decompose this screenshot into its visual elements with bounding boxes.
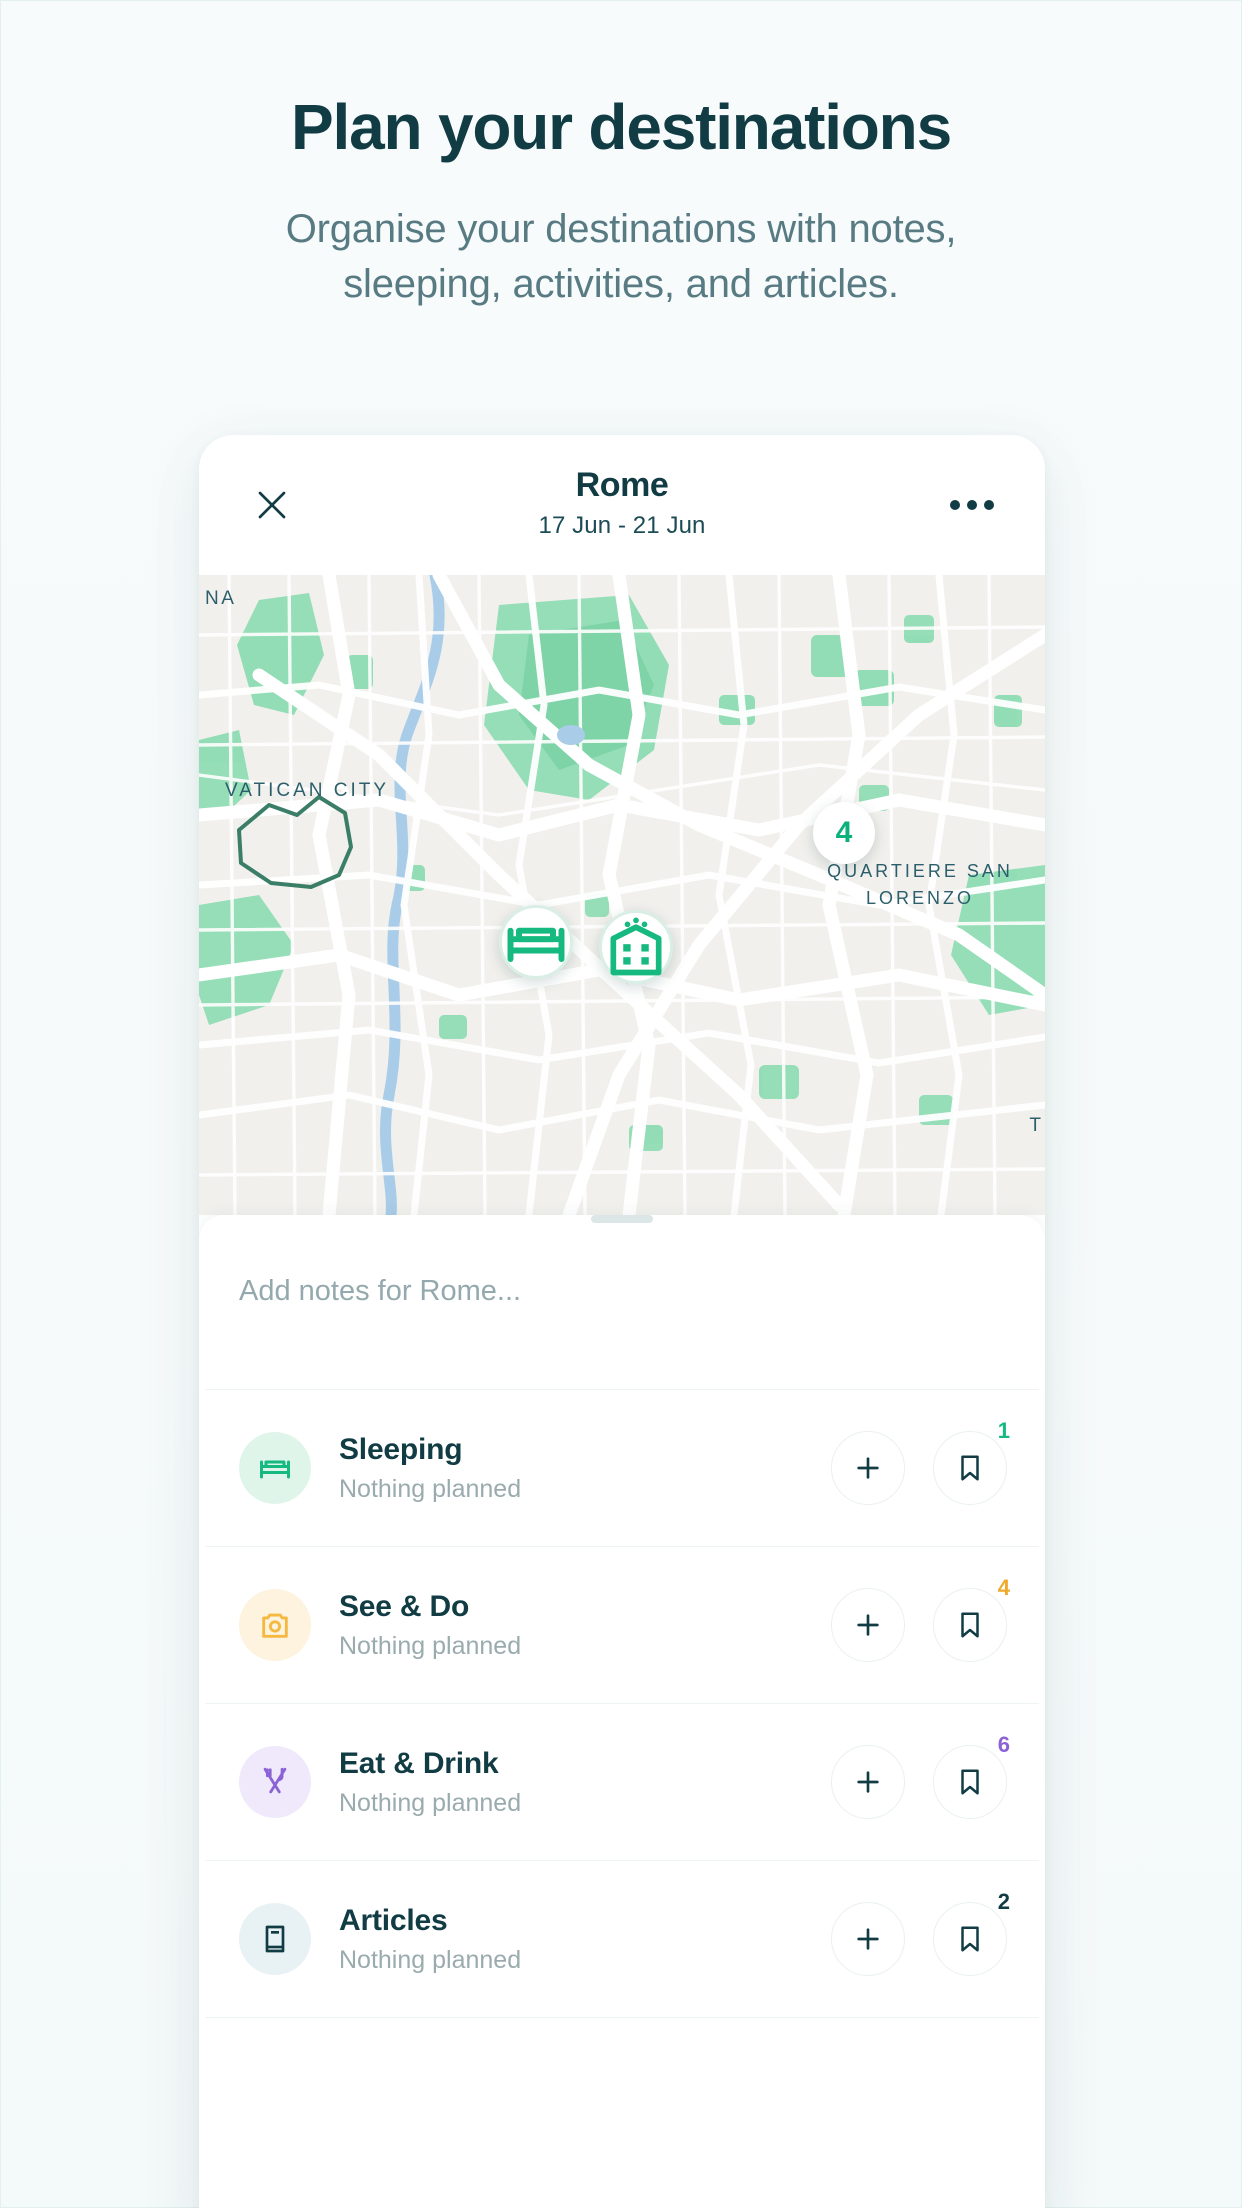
cutlery-icon [263, 1767, 287, 1794]
category-icon-wrap-articles [239, 1903, 311, 1975]
plus-icon [857, 1928, 879, 1950]
bookmark-badge: 2 [997, 1889, 1010, 1914]
category-row-articles[interactable]: Articles Nothing planned 2 [199, 1861, 1045, 2017]
more-horizontal-icon-dot-1 [950, 500, 960, 510]
map-pin-hotel[interactable] [599, 910, 673, 984]
bookmark-icon [961, 1612, 979, 1638]
category-row-sleeping[interactable]: Sleeping Nothing planned 1 [199, 1390, 1045, 1546]
bookmark-button-sleeping[interactable]: 1 [933, 1420, 1010, 1505]
category-subtitle: Nothing planned [339, 1631, 522, 1660]
category-subtitle: Nothing planned [339, 1788, 522, 1817]
map-view[interactable]: NA VATICAN CITY QUARTIERE SAN LORENZO T … [199, 575, 1045, 1215]
category-text-sleeping: Sleeping Nothing planned [339, 1433, 831, 1504]
more-horizontal-icon-dot-3 [984, 500, 994, 510]
bed-icon [260, 1460, 290, 1479]
category-title: Articles [339, 1903, 448, 1937]
page-subtitle-line-1: Organise your destinations with notes, [285, 207, 957, 252]
plus-icon [857, 1614, 879, 1636]
category-title: Eat & Drink [339, 1746, 499, 1780]
notes-field[interactable]: Add notes for Rome... [199, 1223, 1045, 1389]
category-icon-wrap-eat-and-drink [239, 1746, 311, 1818]
category-text-articles: Articles Nothing planned [339, 1904, 831, 1975]
category-actions-sleeping: 1 [831, 1420, 1010, 1505]
promo-page: Plan your destinations Organise your des… [0, 0, 1242, 2208]
page-subtitle: Organise your destinations with notes, s… [1, 202, 1241, 312]
map-pin-sleeping[interactable] [499, 905, 573, 979]
page-subtitle-line-2: sleeping, activities, and articles. [343, 262, 899, 307]
bookmark-icon [961, 1769, 979, 1795]
category-text-see-and-do: See & Do Nothing planned [339, 1590, 831, 1661]
plus-icon [857, 1771, 879, 1793]
page-title: Plan your destinations [291, 91, 952, 163]
category-subtitle: Nothing planned [339, 1474, 522, 1503]
hero-text-block: Plan your destinations Organise your des… [1, 91, 1241, 312]
bookmark-badge: 1 [997, 1418, 1010, 1443]
plus-icon [857, 1457, 879, 1479]
sheet-drag-handle[interactable] [591, 1215, 653, 1223]
book-icon [265, 1925, 285, 1953]
trip-title-block: Rome 17 Jun - 21 Jun [299, 466, 945, 544]
add-button-articles[interactable] [831, 1902, 905, 1976]
category-icon-wrap-see-and-do [239, 1589, 311, 1661]
bookmark-badge: 6 [997, 1732, 1010, 1757]
add-button-see-and-do[interactable] [831, 1588, 905, 1662]
camera-icon [262, 1613, 288, 1638]
bookmark-icon [961, 1455, 979, 1481]
bookmark-button-see-and-do[interactable]: 4 [933, 1577, 1010, 1662]
bookmark-icon [961, 1926, 979, 1952]
bookmark-button-articles[interactable]: 2 [933, 1891, 1010, 1976]
more-horizontal-icon-dot-2 [967, 500, 977, 510]
category-actions-see-and-do: 4 [831, 1577, 1010, 1662]
category-subtitle: Nothing planned [339, 1945, 522, 1974]
category-actions-eat-and-drink: 6 [831, 1734, 1010, 1819]
map-canvas [199, 575, 1045, 1215]
app-header: Rome 17 Jun - 21 Jun [199, 435, 1045, 575]
category-title: See & Do [339, 1589, 470, 1623]
trip-dates: 17 Jun - 21 Jun [538, 512, 706, 539]
category-actions-articles: 2 [831, 1891, 1010, 1976]
bed-icon [507, 927, 565, 962]
bookmark-button-eat-and-drink[interactable]: 6 [933, 1734, 1010, 1819]
category-icon-wrap-sleeping [239, 1432, 311, 1504]
category-title: Sleeping [339, 1432, 463, 1466]
category-row-see-and-do[interactable]: See & Do Nothing planned 4 [199, 1547, 1045, 1703]
trip-title: Rome [575, 466, 669, 504]
category-text-eat-and-drink: Eat & Drink Nothing planned [339, 1747, 831, 1818]
map-cluster-marker[interactable]: 4 [813, 802, 875, 864]
hotel-icon [610, 917, 662, 976]
close-button[interactable] [245, 478, 299, 532]
add-button-eat-and-drink[interactable] [831, 1745, 905, 1819]
bookmark-badge: 4 [997, 1575, 1010, 1600]
divider [205, 2017, 1039, 2018]
more-options-button[interactable] [945, 478, 999, 532]
category-row-eat-and-drink[interactable]: Eat & Drink Nothing planned 6 [199, 1704, 1045, 1860]
close-icon [258, 491, 286, 519]
add-button-sleeping[interactable] [831, 1431, 905, 1505]
details-sheet: Add notes for Rome... Sleeping Nothing p… [199, 1215, 1045, 2208]
phone-mockup: Rome 17 Jun - 21 Jun NA VATICAN CITY QUA… [199, 435, 1045, 2208]
